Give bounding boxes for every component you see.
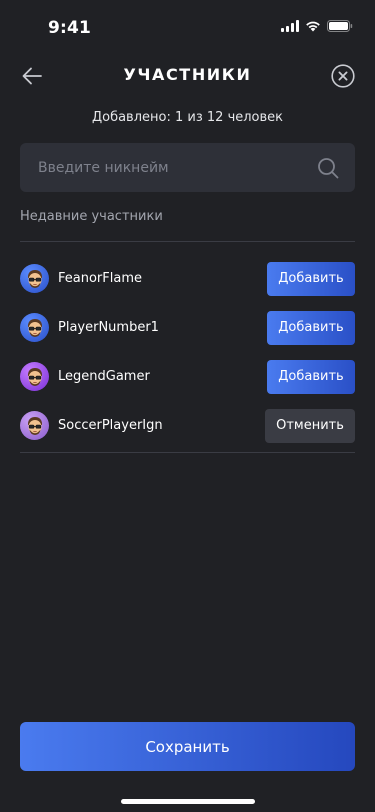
avatar	[20, 264, 49, 293]
status-icons	[281, 20, 353, 32]
section-label-recent: Недавние участники	[20, 209, 163, 224]
home-indicator	[120, 799, 255, 804]
search-box	[20, 143, 355, 192]
avatar-emoji-icon	[27, 367, 42, 386]
signal-icon	[281, 20, 299, 32]
status-time: 9:41	[48, 18, 92, 38]
avatar-emoji-icon	[27, 416, 42, 435]
avatar	[20, 313, 49, 342]
participant-row: FeanorFlame Добавить	[20, 254, 355, 303]
divider	[20, 452, 355, 453]
add-participant-button[interactable]: Добавить	[267, 261, 355, 296]
save-button[interactable]: Сохранить	[20, 722, 355, 771]
header: УЧАСТНИКИ	[0, 54, 375, 98]
cancel-participant-button[interactable]: Отменить	[265, 408, 355, 443]
participant-row: PlayerNumber1 Добавить	[20, 303, 355, 352]
add-participant-button[interactable]: Добавить	[267, 310, 355, 345]
divider	[20, 241, 355, 242]
participant-list: FeanorFlame Добавить PlayerNumber1 Добав…	[20, 254, 355, 450]
avatar	[20, 411, 49, 440]
search-input[interactable]	[38, 143, 308, 192]
wifi-icon	[305, 20, 321, 32]
add-participant-button[interactable]: Добавить	[267, 359, 355, 394]
added-count: Добавлено: 1 из 12 человек	[91, 110, 284, 125]
avatar-emoji-icon	[27, 269, 42, 288]
close-button[interactable]	[331, 64, 355, 88]
avatar-emoji-icon	[27, 318, 42, 337]
search-icon[interactable]	[317, 157, 339, 179]
status-bar: 9:41	[0, 0, 375, 44]
participant-row: SoccerPlayerIgn Отменить	[20, 401, 355, 450]
avatar	[20, 362, 49, 391]
battery-icon	[327, 20, 353, 32]
page-title: УЧАСТНИКИ	[123, 65, 252, 84]
close-circle-icon	[331, 64, 355, 88]
participant-row: LegendGamer Добавить	[20, 352, 355, 401]
